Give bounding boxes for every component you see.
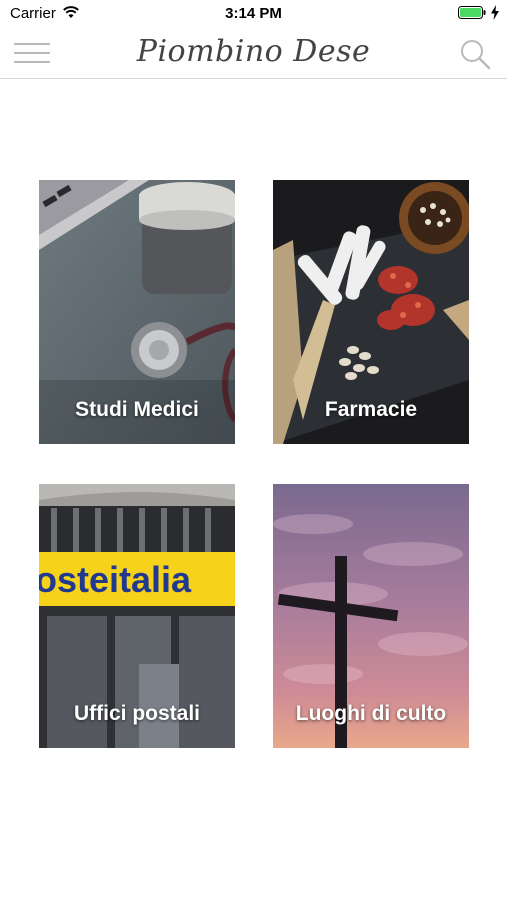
clock-time: 3:14 PM <box>225 5 282 22</box>
search-icon[interactable] <box>458 37 492 71</box>
battery-icon <box>458 6 486 19</box>
tile-label: Uffici postali <box>73 702 200 725</box>
post-sign-text: osteitalia <box>39 559 192 600</box>
tile-studi-medici[interactable]: Studi Medici <box>39 180 235 444</box>
tile-luoghi-di-culto[interactable]: Luoghi di culto <box>273 484 469 748</box>
tile-farmacie[interactable]: Farmacie <box>273 180 469 444</box>
tile-uffici-postali[interactable]: osteitalia Uffici postali <box>39 484 235 748</box>
status-bar: Carrier 3:14 PM <box>0 0 507 28</box>
navigation-bar: Piombino Dese <box>0 28 507 79</box>
app-title: Piombino Dese <box>136 34 371 69</box>
tile-label: Luoghi di culto <box>295 702 447 725</box>
tile-label: Farmacie <box>324 398 418 421</box>
charging-bolt-icon <box>491 5 499 20</box>
tile-label: Studi Medici <box>75 398 199 421</box>
